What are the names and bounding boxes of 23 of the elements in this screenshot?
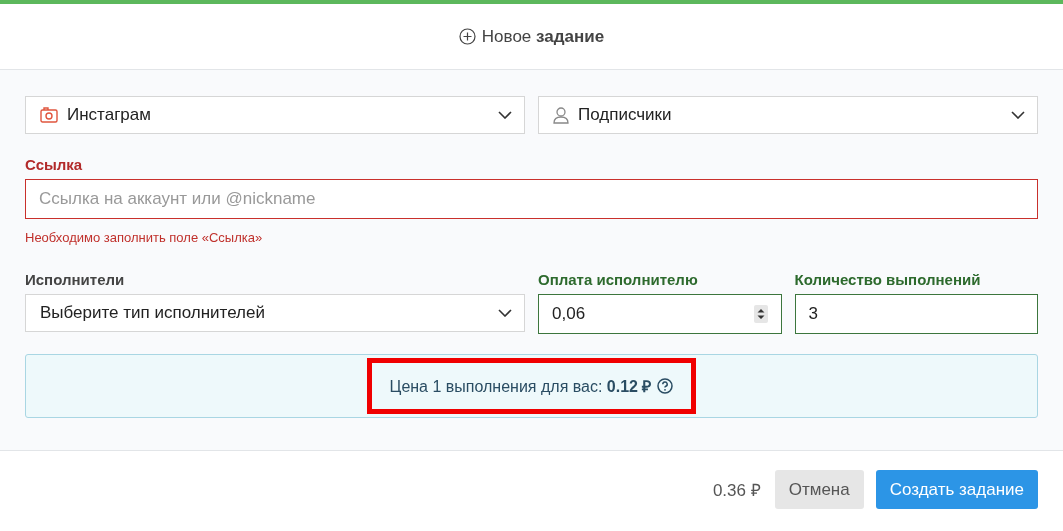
user-icon: [553, 106, 569, 124]
total-price: 0.36 ₽: [712, 480, 761, 501]
platform-select[interactable]: Инстаграм: [25, 96, 525, 134]
link-input[interactable]: Ссылка на аккаунт или @nickname: [25, 179, 1038, 219]
add-icon: [458, 28, 476, 45]
field-label: Исполнители: [25, 271, 126, 288]
camera-icon: [40, 107, 58, 123]
count-input[interactable]: 3: [794, 294, 1038, 334]
chevron-down-icon: [498, 309, 512, 317]
chevron-down-icon: [498, 111, 512, 119]
performers-select[interactable]: Выберите тип исполнителей: [25, 294, 525, 332]
dialog-title: Новое задание: [481, 26, 605, 47]
price-text: Цена 1 выполнения для вас: 0.12 ₽: [389, 377, 652, 397]
payment-input[interactable]: 0,06: [538, 294, 782, 334]
field-label: Оплата исполнителю: [538, 271, 699, 288]
field-label: Количество выполнений: [794, 271, 982, 288]
chevron-down-icon: [1011, 111, 1025, 119]
error-message: Необходимо заполнить поле «Ссылка»: [25, 230, 264, 245]
help-icon: [657, 378, 674, 394]
service-select[interactable]: Подписчики: [538, 96, 1038, 134]
cancel-button[interactable]: Отмена: [774, 470, 864, 509]
spinner-icon: [753, 305, 768, 323]
field-label: Ссылка: [25, 156, 84, 173]
